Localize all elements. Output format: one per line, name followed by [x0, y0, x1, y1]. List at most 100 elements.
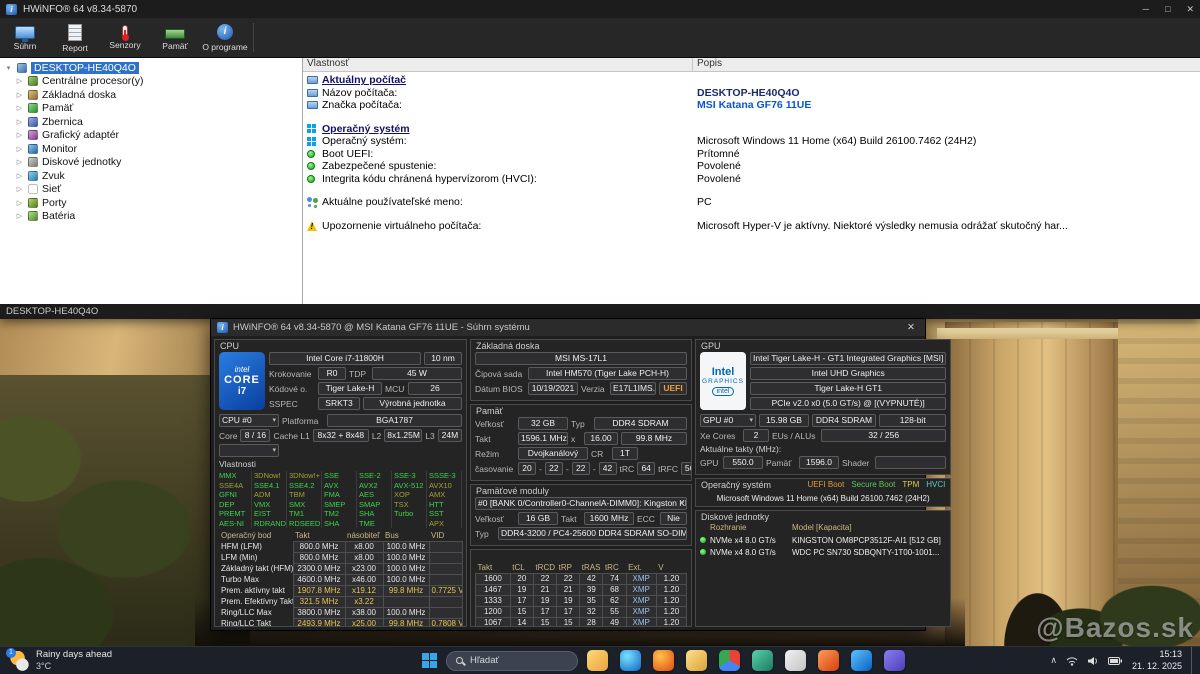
timing-tras: 42	[598, 462, 617, 475]
tree-item-drives[interactable]: ▷ Diskové jednotky	[2, 156, 300, 170]
detail-row[interactable]: Zabezpečené spustenie: Povolené	[307, 160, 1196, 173]
timing-col-header: tCL	[512, 562, 525, 572]
toolbar-label: Senzory	[109, 40, 141, 50]
cpu-feature-flag: SMEP	[324, 499, 357, 509]
tree-item-net[interactable]: ▷ Sieť	[2, 183, 300, 197]
detail-row[interactable]: Značka počítača: MSI Katana GF76 11UE	[307, 99, 1196, 112]
volume-icon[interactable]	[1087, 656, 1099, 666]
timing-value: 15	[509, 605, 534, 618]
expand-arrow-icon[interactable]: ▷	[15, 199, 24, 207]
start-button[interactable]	[422, 653, 437, 668]
cpu-selector[interactable]: CPU #0	[219, 414, 279, 427]
expand-arrow-icon[interactable]: ▷	[15, 185, 24, 193]
gpu-family: Tiger Lake-H GT1	[750, 382, 947, 395]
op-value: 4600.0 MHz	[292, 573, 346, 586]
battery-icon[interactable]	[1107, 656, 1123, 665]
tree-item-monitor[interactable]: ▷ Monitor	[2, 142, 300, 156]
memory-module-selector[interactable]: #0 [BANK 0/Controller0-ChannelA-DIMM0]: …	[475, 497, 687, 510]
summary-close-button[interactable]: ✕	[903, 322, 919, 333]
detail-row[interactable]: Integrita kódu chránená hypervízorom (HV…	[307, 173, 1196, 186]
weather-widget[interactable]: 1 Rainy days ahead 3°C	[0, 647, 122, 674]
detail-row[interactable]: Boot UEFI: Prítomné	[307, 148, 1196, 161]
timing-value: 1.20	[655, 616, 688, 626]
maximize-button[interactable]: □	[1165, 4, 1170, 15]
tray-chevron-icon[interactable]: ∧	[1050, 655, 1057, 666]
module-type-label: Typ	[475, 528, 489, 539]
toolbar-label: Súhrn	[13, 41, 37, 51]
detail-row[interactable]: Upozornenie virtuálneho počítača: Microso…	[307, 220, 1196, 233]
taskbar-app-folder-icon[interactable]	[686, 650, 707, 671]
tree-item-ports[interactable]: ▷ Porty	[2, 196, 300, 210]
taskbar-app-store-icon[interactable]	[851, 650, 872, 671]
expand-arrow-icon[interactable]: ▾	[4, 64, 13, 72]
taskbar-app-chrome-icon[interactable]	[719, 650, 740, 671]
detail-row[interactable]: Operačný systém: Microsoft Windows 11 Hom…	[307, 135, 1196, 148]
cpu-feature-flag: TSX	[394, 499, 427, 509]
tree-item-bus[interactable]: ▷ Zbernica	[2, 115, 300, 129]
expand-arrow-icon[interactable]: ▷	[15, 118, 24, 126]
toolbar-button-summary[interactable]: Súhrn	[0, 18, 50, 57]
xe-cores: 2	[743, 429, 769, 442]
tree-item-board[interactable]: ▷ Základná doska	[2, 88, 300, 102]
search-box[interactable]: Hľadať	[446, 650, 578, 671]
taskbar-app-orange-app-icon[interactable]	[818, 650, 839, 671]
taskbar-app-teal-app-icon[interactable]	[752, 650, 773, 671]
gpu-memory-size: 15.98 GB	[759, 414, 809, 427]
show-desktop-button[interactable]	[1191, 647, 1194, 674]
expand-arrow-icon[interactable]: ▷	[15, 91, 24, 99]
cpu-feature-flag: SHA	[359, 509, 392, 519]
cpu-feature-flag: AES	[359, 490, 392, 500]
tree-label: Zbernica	[42, 115, 83, 128]
toolbar-button-memory[interactable]: Pamäť	[150, 18, 200, 57]
tree-item-host[interactable]: ▾ DESKTOP-HE40Q4O	[2, 61, 300, 75]
toolbar-button-sensors[interactable]: Senzory	[100, 18, 150, 57]
memory-bus-clock[interactable]: 99.8 MHz	[621, 432, 687, 445]
computer-icon	[307, 101, 322, 110]
expand-arrow-icon[interactable]: ▷	[15, 131, 24, 139]
dash: -	[592, 463, 596, 474]
cpu-feature-flag: SSE4A	[219, 480, 252, 490]
drive-row[interactable]: NVMe x4 8.0 GT/s WDC PC SN730 SDBQNTY-1T0…	[700, 546, 946, 558]
core-selector[interactable]	[219, 444, 279, 457]
op-label: Prem. Efektívny Takt	[221, 597, 293, 606]
drive-status-led-icon	[700, 537, 706, 543]
expand-arrow-icon[interactable]: ▷	[15, 145, 24, 153]
expand-arrow-icon[interactable]: ▷	[15, 158, 24, 166]
expand-arrow-icon[interactable]: ▷	[15, 212, 24, 220]
tree-label: Porty	[42, 196, 67, 209]
column-header-description[interactable]: Popis	[693, 58, 1200, 71]
wifi-icon[interactable]	[1066, 656, 1078, 666]
expand-arrow-icon[interactable]: ▷	[15, 104, 24, 112]
detail-row[interactable]: Aktuálne používateľské meno: PC	[307, 196, 1196, 209]
tree-item-gpu[interactable]: ▷ Grafický adaptér	[2, 129, 300, 143]
taskbar-app-firefox-icon[interactable]	[653, 650, 674, 671]
close-button[interactable]: ✕	[1186, 4, 1194, 15]
weather-temp: 3°C	[36, 660, 52, 671]
report-icon	[68, 23, 82, 41]
timing-value: 1600	[475, 572, 511, 585]
detail-row[interactable]: Aktuálny počítač	[307, 74, 1196, 87]
ports-icon	[28, 197, 38, 208]
drive-interface: NVMe x4 8.0 GT/s	[710, 547, 776, 557]
toolbar-button-report[interactable]: Report	[50, 18, 100, 57]
minimize-button[interactable]: ─	[1143, 4, 1149, 15]
gpu-selector[interactable]: GPU #0	[700, 414, 756, 427]
expand-arrow-icon[interactable]: ▷	[15, 77, 24, 85]
column-header-property[interactable]: Vlastnosť	[303, 58, 693, 71]
taskbar-app-edge-icon[interactable]	[620, 650, 641, 671]
drive-row[interactable]: NVMe x4 8.0 GT/s KINGSTON OM8PCP3512F-AI1…	[700, 534, 946, 546]
timing-value: 19	[509, 583, 534, 596]
tree-item-sound[interactable]: ▷ Zvuk	[2, 169, 300, 183]
taskbar-app-light-app-icon[interactable]	[785, 650, 806, 671]
taskbar-app-purple-app-icon[interactable]	[884, 650, 905, 671]
expand-arrow-icon[interactable]: ▷	[15, 172, 24, 180]
detail-row[interactable]: Názov počítača: DESKTOP-HE40Q4O	[307, 87, 1196, 100]
search-placeholder: Hľadať	[470, 655, 500, 666]
tree-item-battery[interactable]: ▷ Batéria	[2, 210, 300, 224]
tree-item-cpu[interactable]: ▷ Centrálne procesor(y)	[2, 75, 300, 89]
taskbar-app-file-explorer-icon[interactable]	[587, 650, 608, 671]
toolbar-button-about[interactable]: O programe	[200, 18, 250, 57]
detail-row[interactable]: Operačný systém	[307, 123, 1196, 136]
clock[interactable]: 15:13 21. 12. 2025	[1132, 649, 1182, 672]
tree-item-memory[interactable]: ▷ Pamäť	[2, 102, 300, 116]
